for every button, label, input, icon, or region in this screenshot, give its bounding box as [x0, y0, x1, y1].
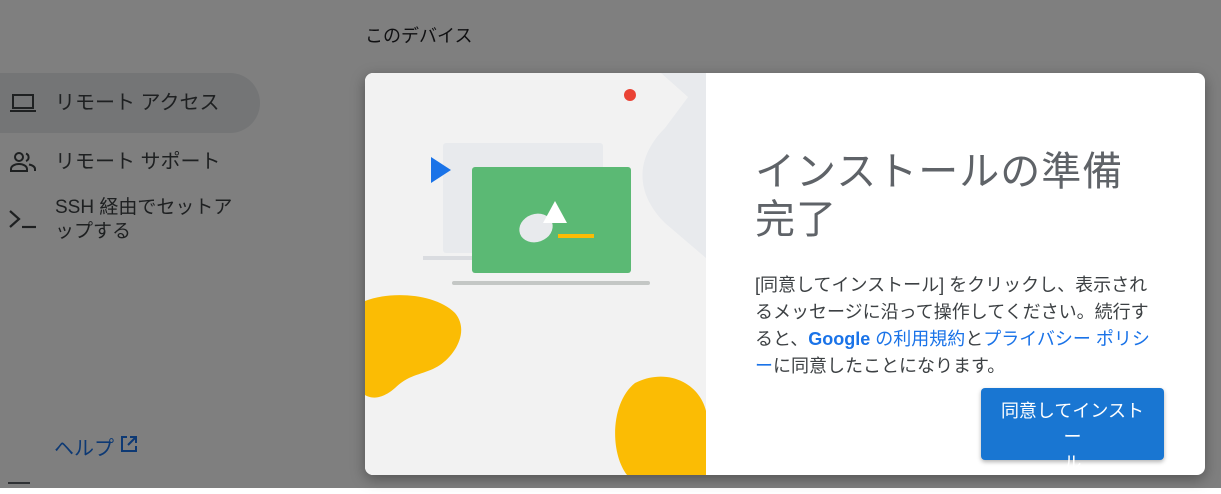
button-label-line1: 同意してインストー [1000, 401, 1145, 447]
install-illustration [365, 73, 706, 475]
dialog-title-line1: インストールの準備 [755, 150, 1124, 194]
accept-and-install-button[interactable]: 同意してインストー ル [981, 388, 1164, 473]
terms-link[interactable]: の利用規約 [870, 329, 965, 349]
body-text-end: に同意したことになります。 [773, 356, 1006, 376]
illustration-laptop-base [452, 281, 650, 285]
body-text-conjunction: と [965, 329, 984, 349]
dialog-title-line2: 完了 [755, 198, 837, 242]
dialog-title: インストールの準備 完了 [755, 148, 1155, 244]
illustration-yellow-blob-right [615, 376, 706, 475]
install-dialog: インストールの準備 完了 [同意してインストール] をクリックし、表示されるメッ… [365, 73, 1205, 475]
illustration-yellow-blob-left [365, 295, 462, 398]
google-terms-link-brand[interactable]: Google [808, 329, 870, 349]
dialog-content: インストールの準備 完了 [同意してインストール] をクリックし、表示されるメッ… [755, 148, 1155, 380]
illustration-red-dot [624, 89, 636, 101]
dialog-body: [同意してインストール] をクリックし、表示されるメッセージに沿って操作してくだ… [755, 272, 1155, 380]
button-label-line2: ル [1063, 453, 1082, 473]
